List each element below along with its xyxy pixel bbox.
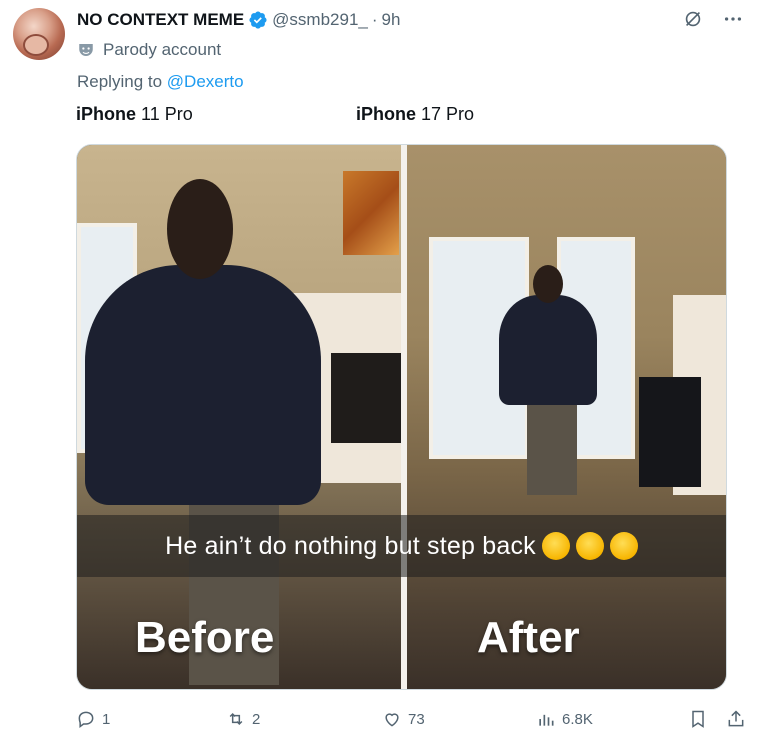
person-after (499, 295, 597, 405)
timestamp[interactable]: 9h (382, 10, 401, 30)
after-label: After (477, 613, 580, 662)
speaker (639, 377, 701, 487)
caption-bar: He ain’t do nothing but step back (77, 515, 726, 577)
fireplace-insert (331, 353, 401, 443)
share-button[interactable] (726, 709, 746, 729)
label-right-bold: iPhone (356, 104, 417, 124)
like-button[interactable]: 73 (382, 709, 425, 729)
top-actions (682, 8, 744, 30)
before-photo (77, 145, 401, 689)
repost-count: 2 (252, 710, 261, 728)
label-iphone-11: iPhone 11 Pro (76, 104, 193, 125)
reply-icon (78, 711, 94, 728)
more-options-icon[interactable] (722, 8, 744, 30)
after-photo (407, 145, 726, 689)
action-bar: 1 2 73 6.8K (76, 706, 746, 732)
rofl-emoji-icon (609, 532, 638, 560)
avatar[interactable] (13, 8, 65, 60)
rofl-emoji-icon (541, 532, 570, 560)
bookmark-button[interactable] (688, 709, 708, 729)
replying-to: Replying to @Dexerto (77, 72, 244, 92)
verified-badge-icon[interactable] (248, 10, 268, 30)
grok-icon[interactable] (682, 8, 704, 30)
bookmark-icon (692, 710, 704, 728)
tweet-media-image[interactable]: He ain’t do nothing but step back Before… (76, 144, 727, 690)
replying-prefix: Replying to (77, 72, 167, 91)
author-name[interactable]: NO CONTEXT MEME (77, 10, 244, 30)
analytics-icon (539, 714, 554, 726)
person-before (85, 265, 321, 505)
repost-icon (229, 712, 243, 726)
label-iphone-17: iPhone 17 Pro (356, 104, 474, 125)
replying-mention-link[interactable]: @Dexerto (167, 72, 244, 91)
views-button[interactable]: 6.8K (536, 709, 593, 729)
person-head-after (533, 265, 563, 303)
caption-text: He ain’t do nothing but step back (165, 531, 536, 560)
painting (343, 171, 399, 255)
reply-count: 1 (102, 710, 111, 728)
avatar-face (23, 34, 49, 56)
person-head-before (167, 179, 233, 279)
heart-icon (385, 713, 399, 727)
share-icon (728, 710, 744, 727)
view-count: 6.8K (562, 710, 593, 728)
tweet-header: NO CONTEXT MEME @ssmb291_ · 9h (77, 8, 742, 32)
parody-label: Parody account (103, 40, 222, 59)
like-count: 73 (408, 710, 425, 728)
repost-button[interactable]: 2 (226, 709, 260, 729)
label-right-rest: 17 Pro (416, 104, 475, 124)
label-left-bold: iPhone (76, 104, 137, 124)
author-handle[interactable]: @ssmb291_ (272, 10, 368, 30)
rofl-emoji-icon (575, 532, 604, 560)
label-left-rest: 11 Pro (136, 104, 193, 124)
parody-row: Parody account (77, 40, 221, 60)
reply-button[interactable]: 1 (76, 709, 110, 729)
separator-dot: · (371, 10, 378, 29)
before-label: Before (135, 613, 275, 662)
theater-mask-icon (79, 44, 93, 56)
